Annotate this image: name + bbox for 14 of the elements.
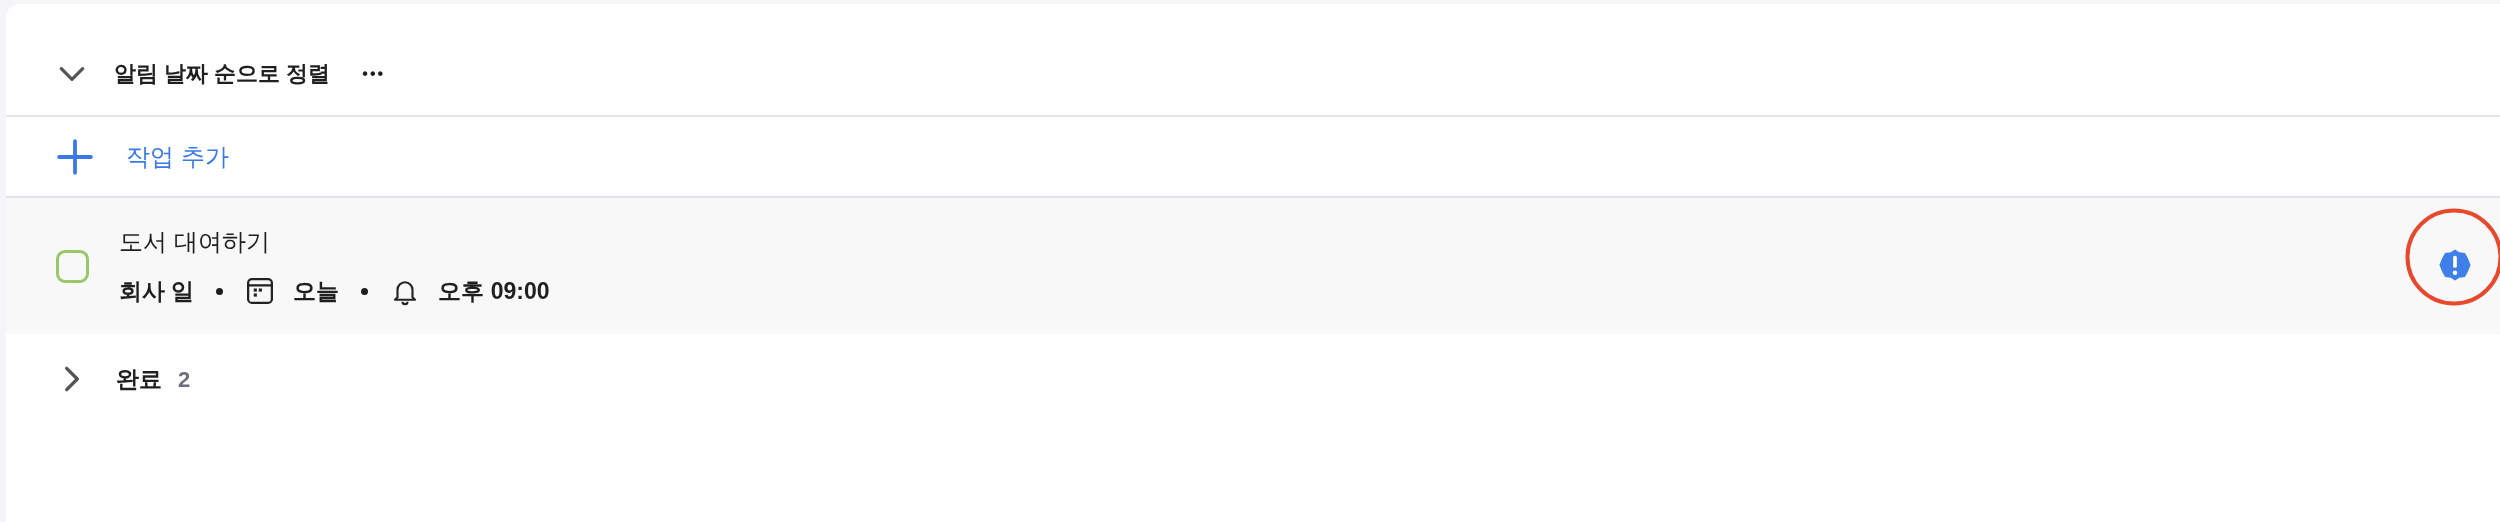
calendar-icon	[245, 276, 276, 306]
due-date: 오늘	[293, 276, 340, 306]
checkbox[interactable]	[56, 249, 89, 283]
important-alert-icon[interactable]	[2438, 248, 2472, 282]
completed-count: 2	[178, 365, 191, 394]
more-button[interactable]: •••	[362, 61, 386, 86]
sort-label[interactable]: 알림 날짜 순으로 정렬	[114, 57, 331, 90]
reminder-time: 오후 09:00	[438, 276, 550, 306]
task-row[interactable]: 도서 대여하기 회사 일 오늘 오후 09:00	[6, 198, 2500, 334]
completed-label[interactable]: 완료	[116, 361, 162, 397]
task-title: 도서 대여하기	[119, 226, 271, 257]
add-task-link[interactable]: 작업 추가	[126, 138, 229, 175]
plus-icon[interactable]	[56, 137, 94, 176]
list-name: 회사 일	[119, 276, 195, 306]
